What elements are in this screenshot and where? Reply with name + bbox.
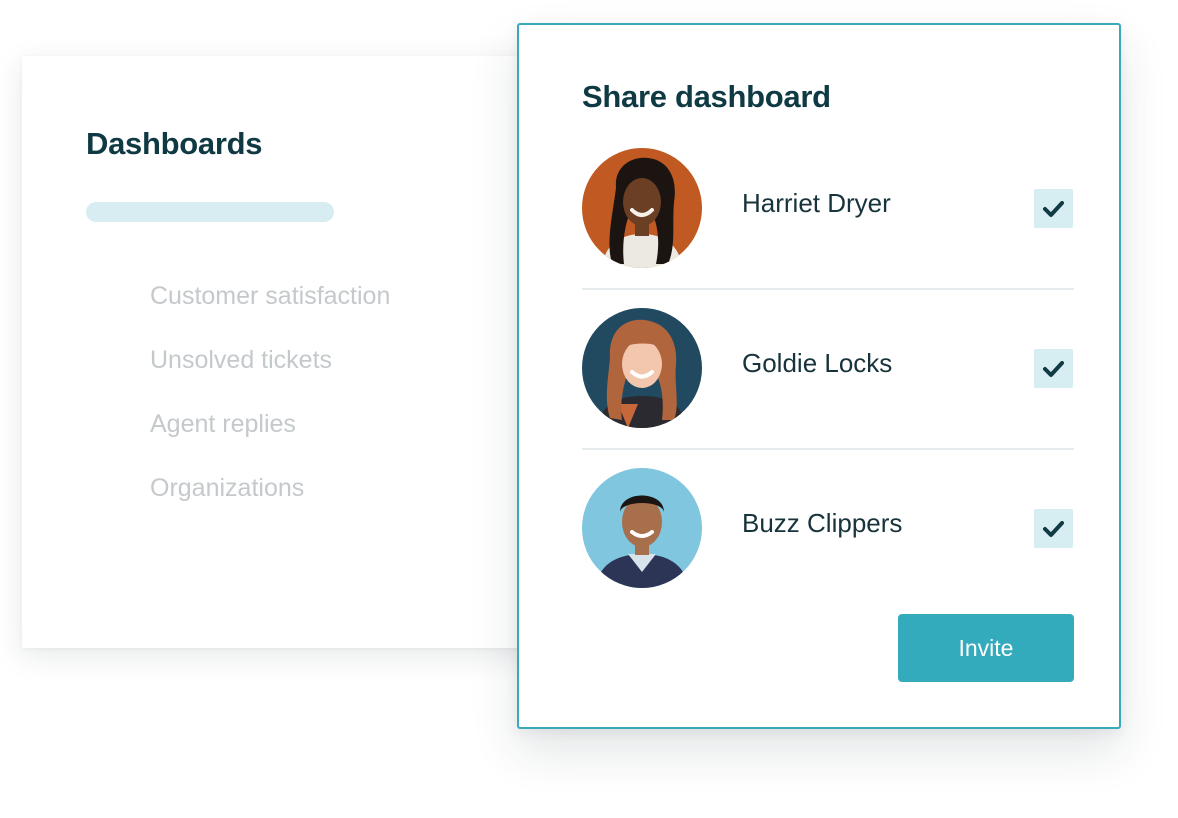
check-icon bbox=[1043, 361, 1064, 377]
dashboards-search-bar[interactable] bbox=[86, 202, 334, 222]
avatar bbox=[582, 468, 702, 588]
check-icon bbox=[1043, 201, 1064, 217]
share-checkbox[interactable] bbox=[1034, 349, 1073, 388]
dashboard-item-customer-satisfaction[interactable]: Customer satisfaction bbox=[150, 282, 390, 346]
check-icon bbox=[1043, 521, 1064, 537]
dashboards-title: Dashboards bbox=[86, 126, 263, 161]
avatar-harriet-image bbox=[582, 148, 702, 268]
dashboards-list: Customer satisfaction Unsolved tickets A… bbox=[150, 282, 390, 538]
stage: Dashboards Customer satisfaction Unsolve… bbox=[0, 0, 1178, 818]
share-checkbox[interactable] bbox=[1034, 509, 1073, 548]
avatar-goldie-image bbox=[582, 308, 702, 428]
avatar bbox=[582, 148, 702, 268]
share-checkbox[interactable] bbox=[1034, 189, 1073, 228]
invite-button[interactable]: Invite bbox=[898, 614, 1074, 682]
dashboard-item-agent-replies[interactable]: Agent replies bbox=[150, 410, 390, 474]
dashboard-item-unsolved-tickets[interactable]: Unsolved tickets bbox=[150, 346, 390, 410]
avatar-buzz-image bbox=[582, 468, 702, 588]
user-name: Buzz Clippers bbox=[742, 508, 903, 538]
dashboards-panel: Dashboards Customer satisfaction Unsolve… bbox=[22, 56, 582, 648]
avatar bbox=[582, 308, 702, 428]
user-row: Harriet Dryer bbox=[582, 148, 1074, 268]
user-name: Goldie Locks bbox=[742, 348, 893, 378]
row-divider bbox=[582, 288, 1074, 290]
user-row: Goldie Locks bbox=[582, 308, 1074, 428]
share-dashboard-dialog: Share dashboard Harriet Dryer Goldie Loc… bbox=[517, 23, 1121, 729]
user-row: Buzz Clippers bbox=[582, 468, 1074, 588]
share-dialog-title: Share dashboard bbox=[582, 79, 831, 114]
dashboard-item-organizations[interactable]: Organizations bbox=[150, 474, 390, 538]
row-divider bbox=[582, 448, 1074, 450]
user-name: Harriet Dryer bbox=[742, 188, 891, 218]
